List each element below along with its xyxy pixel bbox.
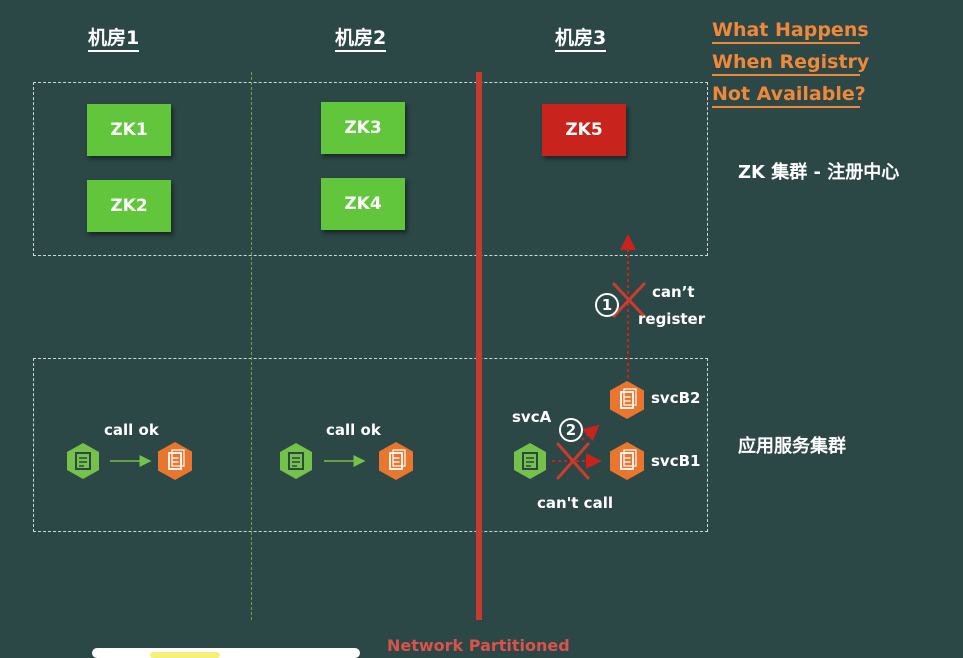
cant-register-label-2: register [638,310,706,328]
highlight-stroke [92,648,360,658]
svcB2-label: svcB2 [651,389,701,407]
highlight-stroke-yellow [150,652,220,658]
call-ok-label-1: call ok [104,421,159,439]
svcB2-provider-hexagon-icon [610,381,644,419]
provider-hexagon-icon [379,442,413,480]
svcA-consumer-hexagon-icon [514,443,546,479]
cant-call-label: can't call [537,494,613,512]
svcB1-label: svcB1 [651,452,701,470]
connections-layer [110,234,646,480]
consumer-hexagon-icon [280,443,312,479]
step-1-marker: 1 [595,293,619,317]
cant-register-label-1: can’t [652,283,695,301]
provider-hexagon-icon [158,442,192,480]
svcB1-provider-hexagon-icon [610,442,644,480]
network-partition-label: Network Partitioned [387,636,570,655]
cant-call-b2-arrow [581,424,600,442]
svcA-label: svcA [512,408,552,426]
consumer-hexagon-icon [67,443,99,479]
call-ok-label-2: call ok [326,421,381,439]
step-2-marker: 2 [559,418,583,442]
